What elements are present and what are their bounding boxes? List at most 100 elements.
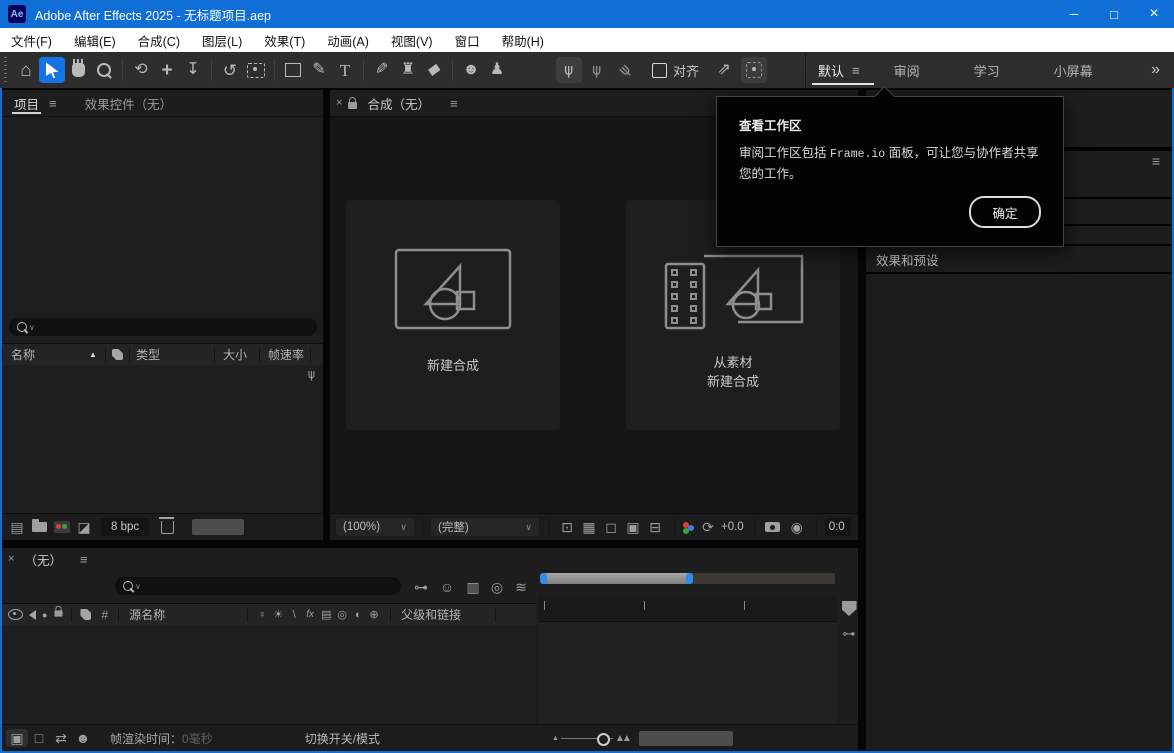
- workspace-overflow-button[interactable]: »: [1151, 61, 1160, 79]
- composition-tab-close-icon[interactable]: ×: [330, 97, 348, 109]
- close-button[interactable]: ×: [1134, 0, 1174, 28]
- rectangle-tool[interactable]: [280, 57, 306, 83]
- switch-3d-icon[interactable]: ⊕: [366, 608, 382, 621]
- pan-camera-tool[interactable]: +: [154, 57, 180, 83]
- switch-motion-blur-icon[interactable]: ◎: [334, 608, 350, 621]
- zoom-tool[interactable]: [91, 57, 117, 83]
- solo-column-icon[interactable]: ●: [42, 610, 47, 620]
- frame-blending-icon[interactable]: ▥: [462, 579, 484, 596]
- workspace-tab-review[interactable]: 审阅: [882, 52, 932, 88]
- effects-presets-content[interactable]: [866, 274, 1172, 751]
- timeline-search-input[interactable]: ∨: [115, 577, 401, 595]
- menu-help[interactable]: 帮助(H): [491, 28, 555, 52]
- switch-adjustment-icon[interactable]: ◐: [350, 609, 366, 621]
- clone-stamp-tool[interactable]: ♜: [395, 57, 421, 83]
- snapshot-camera-icon[interactable]: [765, 522, 780, 532]
- tab-effect-controls[interactable]: 效果控件（无）: [81, 94, 177, 113]
- workspace-tab-learn[interactable]: 学习: [962, 52, 1012, 88]
- lock-column-icon[interactable]: [55, 610, 63, 616]
- new-composition-card[interactable]: 新建合成: [346, 200, 560, 430]
- toolbar-grip[interactable]: [2, 57, 9, 83]
- channel-colors-icon[interactable]: [683, 522, 689, 528]
- resolution-dropdown[interactable]: (完整) ∨: [431, 518, 539, 536]
- pixel-aspect-correction-icon[interactable]: ⊟: [644, 519, 666, 536]
- menu-layer[interactable]: 图层(L): [191, 28, 253, 52]
- layer-list-area[interactable]: [2, 625, 536, 725]
- timeline-horizontal-scrollbar[interactable]: [639, 731, 733, 746]
- menu-composition[interactable]: 合成(C): [127, 28, 191, 52]
- menu-view[interactable]: 视图(V): [380, 28, 444, 52]
- column-size[interactable]: 大小: [223, 346, 247, 363]
- mask-visibility-icon[interactable]: ◻: [600, 519, 622, 536]
- view-axis-mode-button[interactable]: ⋔: [612, 57, 638, 83]
- project-item-list[interactable]: ⋔: [2, 365, 323, 514]
- workspace-menu-icon[interactable]: ≡: [852, 63, 860, 78]
- camera-tool[interactable]: [243, 57, 269, 83]
- pen-tool[interactable]: ✎: [306, 57, 332, 83]
- parent-link-column-label[interactable]: 父级和链接: [401, 606, 461, 623]
- toggle-transfer-pane-icon[interactable]: □: [28, 730, 50, 746]
- toggle-inout-pane-icon[interactable]: ⇄: [50, 730, 72, 747]
- proxy-icon[interactable]: ◪: [73, 519, 95, 536]
- audio-column-icon[interactable]: [29, 610, 36, 620]
- zoom-slider-track[interactable]: [561, 738, 613, 739]
- bit-depth-button[interactable]: 8 bpc: [101, 518, 149, 536]
- rotation-tool[interactable]: ↺: [217, 57, 243, 83]
- home-button[interactable]: ⌂: [13, 57, 39, 83]
- switch-collapse-icon[interactable]: ☀: [270, 608, 286, 621]
- reset-exposure-icon[interactable]: ⟳: [697, 519, 719, 536]
- grid-guides-options-icon[interactable]: ⊡: [556, 519, 578, 536]
- text-tool[interactable]: T: [332, 57, 358, 83]
- puppet-pin-tool[interactable]: ♟: [484, 57, 510, 83]
- menu-effect[interactable]: 效果(T): [253, 28, 316, 52]
- menu-window[interactable]: 窗口: [444, 28, 491, 52]
- timecode-display[interactable]: 0:0: [825, 518, 851, 536]
- navigator-visible-range[interactable]: [544, 573, 690, 584]
- menu-edit[interactable]: 编辑(E): [63, 28, 127, 52]
- switch-frame-blend-icon[interactable]: ▤: [318, 608, 334, 621]
- navigator-end-handle[interactable]: [686, 573, 693, 584]
- trash-icon[interactable]: [161, 521, 174, 534]
- local-axis-mode-button[interactable]: ⋔: [556, 57, 582, 83]
- comp-marker-bin-icon[interactable]: [842, 601, 857, 616]
- label-column-icon[interactable]: [112, 349, 123, 360]
- snap-options-button[interactable]: ⇗: [711, 57, 737, 83]
- new-composition-icon[interactable]: [54, 521, 70, 533]
- hide-shy-layers-icon[interactable]: ☺: [436, 579, 458, 595]
- exposure-value[interactable]: +0.0: [721, 521, 744, 533]
- right-panel-menu-icon[interactable]: ≡: [1152, 153, 1160, 169]
- selection-tool[interactable]: [39, 57, 65, 83]
- workspace-tab-default[interactable]: 默认 ≡: [806, 52, 876, 88]
- project-search-input[interactable]: ∨: [9, 318, 317, 336]
- workspace-tab-small-screen[interactable]: 小屏幕: [1042, 52, 1105, 88]
- column-name[interactable]: 名称: [11, 346, 35, 363]
- column-frame-rate[interactable]: 帧速率: [268, 346, 304, 363]
- toggle-switches-pane-icon[interactable]: ▣: [6, 729, 28, 747]
- tab-project[interactable]: 项目: [10, 90, 43, 116]
- switch-shy-icon[interactable]: ♀: [254, 609, 270, 621]
- snap-checkbox[interactable]: [652, 63, 667, 78]
- motion-blur-icon[interactable]: ◎: [486, 579, 508, 596]
- toggle-render-pane-icon[interactable]: ☻: [72, 730, 94, 746]
- brush-tool[interactable]: ✎: [369, 57, 395, 83]
- timeline-tab-label[interactable]: （无）: [20, 550, 66, 569]
- switch-quality-icon[interactable]: \: [286, 609, 302, 621]
- timeline-zoom-control[interactable]: ▲ ▲▲: [552, 733, 629, 744]
- interpret-footage-icon[interactable]: ▤: [6, 519, 28, 536]
- composition-tab-label[interactable]: 合成（无）: [363, 94, 434, 113]
- search-options-chevron-icon[interactable]: ∨: [29, 323, 35, 332]
- project-panel-menu-icon[interactable]: ≡: [43, 96, 63, 111]
- zoom-in-mountain-icon[interactable]: ▲▲: [615, 733, 629, 744]
- column-type[interactable]: 类型: [136, 346, 160, 363]
- world-axis-mode-button[interactable]: ⋔: [584, 57, 610, 83]
- timeline-search-chevron-icon[interactable]: ∨: [135, 582, 141, 591]
- comp-button-icon[interactable]: ⊶: [840, 626, 858, 642]
- minimize-button[interactable]: ─: [1054, 0, 1094, 28]
- timeline-tab-close-icon[interactable]: ×: [2, 553, 20, 565]
- graph-editor-icon[interactable]: ≋: [510, 579, 532, 596]
- composition-mini-flowchart-icon[interactable]: ⊶: [410, 579, 432, 596]
- zoom-slider-handle[interactable]: [597, 733, 610, 746]
- index-column-label[interactable]: #: [101, 608, 108, 622]
- show-snapshot-icon[interactable]: ◉: [786, 519, 808, 536]
- timeline-navigator-bar[interactable]: [540, 573, 835, 584]
